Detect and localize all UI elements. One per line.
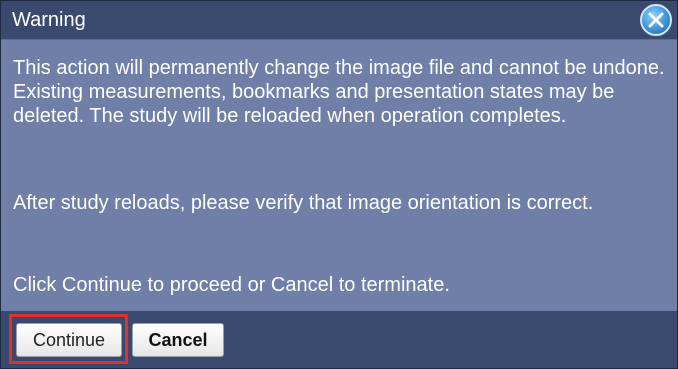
- dialog-title: Warning: [12, 9, 86, 31]
- warning-message: This action will permanently change the …: [13, 57, 665, 127]
- warning-dialog: Warning This action will permanently cha…: [0, 0, 678, 369]
- close-icon: [648, 12, 664, 28]
- dialog-message-area: This action will permanently change the …: [1, 40, 677, 311]
- close-button[interactable]: [640, 4, 672, 36]
- continue-button[interactable]: Continue: [16, 323, 122, 357]
- dialog-button-bar: Continue Cancel: [1, 311, 677, 368]
- instruction-message: Click Continue to proceed or Cancel to t…: [13, 274, 450, 296]
- dialog-title-bar: Warning: [1, 1, 677, 40]
- cancel-button[interactable]: Cancel: [132, 323, 224, 357]
- verify-orientation-message: After study reloads, please verify that …: [13, 192, 594, 214]
